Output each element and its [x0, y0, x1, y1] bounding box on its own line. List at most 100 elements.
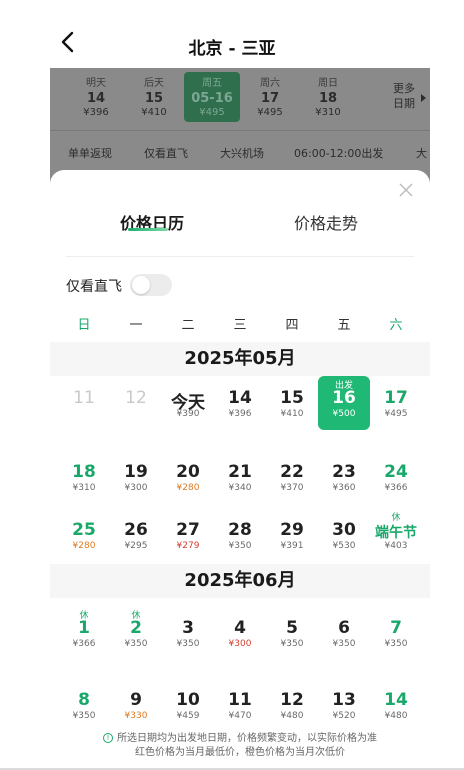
day-number: 4: [234, 618, 246, 638]
date-day: 18: [318, 91, 338, 106]
day-price: ¥480: [384, 711, 408, 721]
filter-chip[interactable]: 大: [416, 140, 427, 168]
day-number: 12: [280, 690, 304, 710]
date-day: 14: [86, 91, 106, 106]
calendar-day[interactable]: 3 ¥350: [162, 606, 214, 660]
day-number: 22: [280, 462, 304, 482]
calendar-day[interactable]: 26 ¥295: [110, 508, 162, 562]
calendar-day[interactable]: 21 ¥340: [214, 450, 266, 504]
calendar-day-selected[interactable]: 出发 16 ¥500: [318, 376, 370, 430]
calendar-day[interactable]: 24 ¥366: [370, 450, 422, 504]
tab-bar: 价格日历 价格走势: [50, 204, 430, 244]
day-price: ¥350: [332, 639, 356, 649]
calendar-day[interactable]: 28 ¥350: [214, 508, 266, 562]
weekday-label: 三: [233, 318, 247, 333]
calendar-day[interactable]: 15 ¥410: [266, 376, 318, 430]
filter-chip[interactable]: 单单返现: [68, 140, 112, 168]
calendar-day[interactable]: 休 2 ¥350: [110, 606, 162, 660]
close-icon: [399, 183, 413, 197]
day-price: ¥470: [228, 711, 252, 721]
close-button[interactable]: [398, 182, 414, 198]
calendar-day[interactable]: 5 ¥350: [266, 606, 318, 660]
day-number: 17: [384, 388, 408, 408]
filter-bar: 单单返现 仅看直飞 大兴机场 06:00-12:00出发 大: [50, 140, 430, 170]
calendar-day[interactable]: 30 ¥530: [318, 508, 370, 562]
date-price: ¥495: [199, 107, 225, 118]
calendar-day[interactable]: 19 ¥300: [110, 450, 162, 504]
day-price: ¥300: [124, 483, 148, 493]
calendar-day[interactable]: 29 ¥391: [266, 508, 318, 562]
day-price: ¥530: [332, 541, 356, 551]
day-price: ¥403: [384, 541, 408, 551]
notice-text: 红色价格为当月最低价，橙色价格为当月次低价: [135, 747, 345, 758]
day-price: ¥366: [384, 483, 408, 493]
day-number: 12: [125, 388, 147, 408]
day-tag: 休: [391, 513, 401, 523]
day-price: ¥396: [228, 409, 252, 419]
weekday-label: 五: [337, 318, 351, 333]
calendar-day[interactable]: 10 ¥459: [162, 678, 214, 732]
divider: [66, 256, 414, 257]
tab-price-trend[interactable]: 价格走势: [294, 210, 358, 234]
date-item[interactable]: 周日 18 ¥310: [300, 74, 356, 118]
calendar-day[interactable]: 27 ¥279: [162, 508, 214, 562]
day-price: ¥390: [176, 409, 200, 419]
notice-text: 所选日期均为出发地日期，价格频繁变动，以实际价格为准: [117, 733, 377, 744]
weekday-label: 二: [181, 318, 195, 333]
day-number: 13: [332, 690, 356, 710]
weekday-header: 日 一 二 三 四 五 六: [58, 314, 422, 334]
calendar-day[interactable]: 23 ¥360: [318, 450, 370, 504]
date-item[interactable]: 后天 15 ¥410: [126, 74, 182, 118]
filter-chip[interactable]: 06:00-12:00出发: [294, 140, 383, 168]
calendar-day[interactable]: 18 ¥310: [58, 450, 110, 504]
date-bar: 明天 14 ¥396 后天 15 ¥410 周五 05-16 ¥495 周六 1…: [50, 68, 430, 130]
calendar-day[interactable]: 12 ¥480: [266, 678, 318, 732]
calendar-day[interactable]: 7 ¥350: [370, 606, 422, 660]
filter-chip[interactable]: 大兴机场: [220, 140, 264, 168]
calendar-day[interactable]: 25 ¥280: [58, 508, 110, 562]
filter-chip[interactable]: 仅看直飞: [144, 140, 188, 168]
calendar-day[interactable]: 4 ¥300: [214, 606, 266, 660]
day-number: 21: [228, 462, 252, 482]
day-price: ¥340: [228, 483, 252, 493]
calendar-day[interactable]: 11 ¥470: [214, 678, 266, 732]
calendar-day[interactable]: 17 ¥495: [370, 376, 422, 430]
day-number: 26: [124, 520, 148, 540]
calendar-day[interactable]: 14 ¥396: [214, 376, 266, 430]
date-price: ¥396: [83, 107, 109, 118]
day-number: 10: [176, 690, 200, 710]
calendar-day[interactable]: 今天 ¥390: [162, 376, 214, 430]
calendar-day[interactable]: 休端午节 ¥403: [370, 508, 422, 562]
day-number: 28: [228, 520, 252, 540]
day-number: 25: [72, 520, 96, 540]
calendar-day[interactable]: 6 ¥350: [318, 606, 370, 660]
calendar-day[interactable]: 8 ¥350: [58, 678, 110, 732]
day-number: 19: [124, 462, 148, 482]
date-item-selected[interactable]: 周五 05-16 ¥495: [184, 72, 240, 122]
date-item[interactable]: 明天 14 ¥396: [68, 74, 124, 118]
day-number: 端午节: [375, 525, 417, 541]
day-number: 9: [130, 690, 142, 710]
date-item[interactable]: 周六 17 ¥495: [242, 74, 298, 118]
day-number: 27: [176, 520, 200, 540]
price-calendar-sheet: 价格日历 价格走势 仅看直飞 日 一 二 三 四 五 六 ! 所选日期均为出发地日…: [50, 170, 430, 770]
calendar-day[interactable]: 休 1 ¥366: [58, 606, 110, 660]
day-number: 1: [78, 618, 90, 638]
direct-only-toggle[interactable]: [130, 274, 172, 296]
more-dates-button[interactable]: 更多 日期: [378, 76, 430, 120]
date-day: 17: [260, 91, 280, 106]
day-number: 6: [338, 618, 350, 638]
day-number: 2: [130, 618, 142, 638]
calendar-day[interactable]: 22 ¥370: [266, 450, 318, 504]
toggle-knob: [132, 276, 150, 294]
price-notice: ! 所选日期均为出发地日期，价格频繁变动，以实际价格为准 红色价格为当月最低价，橙…: [70, 732, 410, 760]
day-price: ¥300: [228, 639, 252, 649]
weekday-label: 一: [129, 318, 143, 333]
weekday-label: 六: [389, 318, 403, 333]
calendar-day[interactable]: 20 ¥280: [162, 450, 214, 504]
calendar-day[interactable]: 9 ¥330: [110, 678, 162, 732]
calendar-day[interactable]: 14 ¥480: [370, 678, 422, 732]
day-number: 15: [280, 388, 304, 408]
day-price: ¥280: [72, 541, 96, 551]
calendar-day[interactable]: 13 ¥520: [318, 678, 370, 732]
